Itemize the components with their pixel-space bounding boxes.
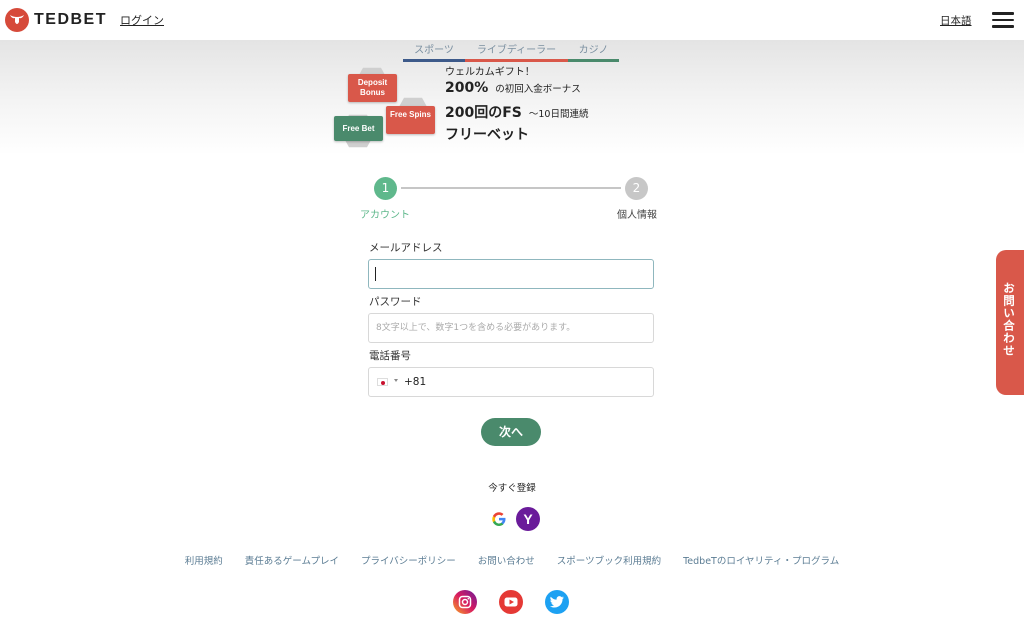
welcome-banner: スポーツ ライブディーラー カジノ Deposit Bonus Free Spi… bbox=[0, 40, 1024, 155]
password-field[interactable]: 8文字以上で、数字1つを含める必要があります。 bbox=[368, 313, 654, 343]
google-icon[interactable] bbox=[487, 507, 511, 531]
step-1-label: アカウント bbox=[360, 210, 410, 221]
step-2-circle: 2 bbox=[625, 177, 648, 200]
phone-field[interactable]: +81 bbox=[368, 367, 654, 397]
tab-sports[interactable]: スポーツ bbox=[403, 40, 465, 62]
login-link[interactable]: ログイン bbox=[120, 12, 164, 28]
footer-link-loyalty[interactable]: TedbeTのロイヤリティ・プログラム bbox=[683, 553, 839, 567]
step-1-circle: 1 bbox=[374, 177, 397, 200]
promo-free-spins-desc: ～10日間連続 bbox=[528, 109, 589, 120]
free-spins-badge: Free Spins bbox=[386, 106, 435, 134]
footer-link-terms[interactable]: 利用規約 bbox=[185, 553, 223, 567]
chevron-down-icon[interactable] bbox=[394, 379, 398, 382]
phone-label: 電話番号 bbox=[369, 350, 411, 362]
footer-link-responsible-gaming[interactable]: 責任あるゲームプレイ bbox=[245, 553, 339, 567]
promo-welcome: ウェルカムギフト！ bbox=[445, 67, 535, 78]
language-selector[interactable]: 日本語 bbox=[940, 13, 972, 28]
menu-icon[interactable] bbox=[992, 12, 1014, 28]
tab-casino[interactable]: カジノ bbox=[568, 40, 619, 62]
bull-logo-icon bbox=[5, 8, 29, 32]
password-label: パスワード bbox=[369, 296, 422, 308]
step-connector bbox=[401, 187, 621, 189]
japan-flag-icon[interactable] bbox=[377, 378, 388, 386]
instagram-icon[interactable] bbox=[453, 590, 477, 614]
contact-us-tab[interactable]: お問い合わせ bbox=[996, 250, 1024, 395]
text-cursor bbox=[375, 267, 376, 281]
step-2-label: 個人情報 bbox=[617, 210, 657, 221]
email-label: メールアドレス bbox=[369, 242, 443, 254]
promo-free-bet: フリーベット bbox=[445, 127, 529, 143]
footer-link-privacy[interactable]: プライバシーポリシー bbox=[361, 553, 456, 567]
free-bet-badge: Free Bet bbox=[334, 116, 383, 141]
footer-link-sportsbook-terms[interactable]: スポーツブック利用規約 bbox=[557, 553, 661, 567]
country-code: +81 bbox=[404, 376, 427, 388]
yahoo-icon[interactable]: Y bbox=[516, 507, 540, 531]
twitter-icon[interactable] bbox=[545, 590, 569, 614]
brand-name: TEDBET bbox=[34, 11, 107, 28]
top-header: TEDBET ログイン 日本語 bbox=[0, 0, 1024, 40]
deposit-bonus-badge: Deposit Bonus bbox=[348, 74, 397, 102]
register-now-text: 今すぐ登録 bbox=[488, 483, 536, 494]
contact-us-label: お問い合わせ bbox=[1002, 282, 1016, 357]
promo-free-spins: 200回のFS bbox=[445, 105, 522, 121]
footer-link-contact[interactable]: お問い合わせ bbox=[478, 553, 535, 567]
tab-live-dealer[interactable]: ライブディーラー bbox=[465, 40, 568, 62]
next-button[interactable]: 次へ bbox=[481, 418, 541, 446]
promo-bonus-percent: 200% bbox=[445, 80, 489, 96]
footer-links: 利用規約 責任あるゲームプレイ プライバシーポリシー お問い合わせ スポーツブッ… bbox=[0, 553, 1024, 567]
promo-text: ウェルカムギフト！ 200% の初回入金ボーナス 200回のFS ～10日間連続… bbox=[445, 66, 588, 146]
youtube-icon[interactable] bbox=[499, 590, 523, 614]
product-tabs: スポーツ ライブディーラー カジノ bbox=[403, 40, 619, 62]
tedbet-logo[interactable]: TEDBET bbox=[5, 8, 107, 32]
promo-bonus-desc: の初回入金ボーナス bbox=[495, 84, 581, 95]
email-field[interactable] bbox=[368, 259, 654, 289]
